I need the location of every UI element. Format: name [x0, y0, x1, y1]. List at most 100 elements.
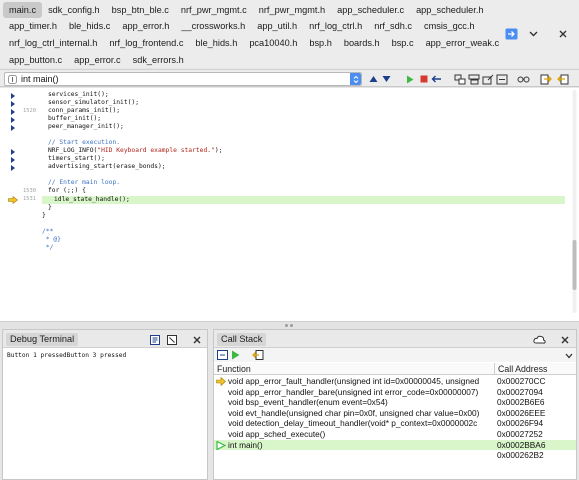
goto-frame-button[interactable]: [252, 350, 264, 362]
step-out-button[interactable]: [481, 73, 494, 85]
tab-list-button[interactable]: [503, 27, 519, 41]
tab-bsp-btn-ble-c[interactable]: bsp_btn_ble.c: [106, 2, 175, 18]
code-line[interactable]: buffer_init();: [42, 115, 565, 123]
tab-app-error-weak-c[interactable]: app_error_weak.c: [420, 35, 506, 51]
function-select-value: int main(): [21, 74, 59, 84]
call-stack-row[interactable]: 0x000262B2: [214, 450, 576, 461]
execution-marker-icon[interactable]: [11, 117, 15, 123]
column-divider[interactable]: [494, 363, 495, 375]
terminal-clear-button[interactable]: [166, 334, 177, 345]
code-line[interactable]: peer_manager_init();: [42, 123, 565, 131]
call-stack-row[interactable]: void bsp_event_handler(enum event=0x54) …: [214, 397, 576, 408]
code-line[interactable]: timers_start();: [42, 155, 565, 163]
call-stack-row[interactable]: void app_error_fault_handler(unsigned in…: [214, 376, 576, 387]
function-select[interactable]: int main(): [4, 72, 362, 86]
step-over-button[interactable]: [467, 73, 480, 85]
tab-ble-hids-h[interactable]: ble_hids.h: [189, 35, 243, 51]
tab-app-scheduler-h[interactable]: app_scheduler.h: [410, 2, 489, 18]
execution-marker-icon[interactable]: [11, 157, 15, 163]
editor-scrollbar[interactable]: [572, 90, 577, 313]
code-line[interactable]: }: [42, 212, 565, 220]
tab-main-c[interactable]: main.c: [3, 2, 43, 18]
code-line[interactable]: * @}: [42, 236, 565, 244]
show-source-icon: [217, 350, 228, 360]
bookmark-button[interactable]: [539, 73, 552, 85]
tab-app-util-h[interactable]: app_util.h: [251, 18, 303, 34]
execution-marker-icon[interactable]: [11, 149, 15, 155]
tab-bsp-c[interactable]: bsp.c: [386, 35, 420, 51]
column-header-function[interactable]: Function: [217, 364, 251, 374]
call-stack-row[interactable]: void app_sched_execute() 0x00027252: [214, 429, 576, 440]
tab-nrf-pwr-mgmt-c[interactable]: nrf_pwr_mgmt.c: [175, 2, 253, 18]
call-stack-options-button[interactable]: [532, 334, 546, 345]
execution-marker-icon[interactable]: [11, 109, 15, 115]
tab-nrf-log-ctrl-internal-h[interactable]: nrf_log_ctrl_internal.h: [3, 35, 103, 51]
tab-app-error-c[interactable]: app_error.c: [68, 52, 126, 68]
code-line[interactable]: /**: [42, 228, 565, 236]
call-stack-row[interactable]: void evt_handle(unsigned char pin=0x0f, …: [214, 408, 576, 419]
arrow-left-icon: [431, 75, 441, 83]
show-call-source-button[interactable]: [217, 350, 228, 362]
column-header-address[interactable]: Call Address: [498, 364, 547, 374]
code-line[interactable]: services_init();: [42, 91, 565, 99]
current-code-line[interactable]: idle_state_handle();: [42, 196, 565, 204]
execution-marker-icon[interactable]: [11, 101, 15, 107]
code-line[interactable]: for (;;) {: [42, 187, 565, 195]
code-comment: * @}: [42, 236, 61, 243]
run-to-cursor-button[interactable]: [495, 73, 508, 85]
tab-overflow-button[interactable]: [525, 27, 541, 41]
call-stack-panel: Call Stack Function Call Address void ap…: [213, 329, 577, 480]
panel-header: Call Stack: [214, 330, 576, 348]
stop-button[interactable]: [417, 73, 430, 85]
terminal-output[interactable]: Button 1 pressedButton 3 pressed: [7, 352, 126, 359]
terminal-close-button[interactable]: [191, 334, 202, 345]
toolbar-expand-button[interactable]: [565, 351, 573, 361]
code-line[interactable]: advertising_start(erase_bonds);: [42, 163, 565, 171]
tab-app-scheduler-c[interactable]: app_scheduler.c: [331, 2, 410, 18]
back-button[interactable]: [430, 73, 443, 85]
tab-boards-h[interactable]: boards.h: [338, 35, 386, 51]
tab-sdk-errors-h[interactable]: sdk_errors.h: [127, 52, 190, 68]
code-line[interactable]: sensor_simulator_init();: [42, 99, 565, 107]
code-line[interactable]: conn_params_init();: [42, 107, 565, 115]
toggle-bookmark-button[interactable]: [556, 73, 569, 85]
tab-nrf-log-ctrl-h[interactable]: nrf_log_ctrl.h: [303, 18, 368, 34]
call-stack-row[interactable]: void app_error_handler_bare(unsigned int…: [214, 387, 576, 398]
execution-marker-icon[interactable]: [11, 93, 15, 99]
tab-sdk-config-h[interactable]: sdk_config.h: [42, 2, 106, 18]
horizontal-splitter[interactable]: [0, 321, 579, 329]
tab-bsp-h[interactable]: bsp.h: [303, 35, 337, 51]
tab-cmsis-gcc-h[interactable]: cmsis_gcc.h: [418, 18, 481, 34]
tab-nrf-log-frontend-c[interactable]: nrf_log_frontend.c: [103, 35, 189, 51]
call-stack-row[interactable]: void detection_delay_timeout_handler(voi…: [214, 418, 576, 429]
code-line[interactable]: }: [42, 204, 565, 212]
watch-button[interactable]: [516, 73, 530, 85]
tab-crossworks-h[interactable]: __crossworks.h: [175, 18, 251, 34]
debug-terminal-tab[interactable]: Debug Terminal: [6, 333, 79, 346]
code-line[interactable]: NRF_LOG_INFO("HID Keyboard example start…: [42, 147, 565, 155]
execution-marker-icon[interactable]: [11, 165, 15, 171]
call-stack-row-current[interactable]: int main() 0x0002BBA6: [214, 439, 576, 451]
code-line[interactable]: */: [42, 244, 565, 252]
call-stack-tab[interactable]: Call Stack: [217, 333, 267, 346]
execution-marker-icon[interactable]: [11, 125, 15, 131]
next-function-button[interactable]: [380, 73, 393, 85]
close-tab-button[interactable]: [555, 27, 571, 41]
step-into-button[interactable]: [453, 73, 466, 85]
tab-nrf-pwr-mgmt-h[interactable]: nrf_pwr_mgmt.h: [253, 2, 331, 18]
code-line[interactable]: // Start execution.: [42, 139, 565, 147]
run-to-frame-button[interactable]: [231, 350, 240, 362]
prev-function-button[interactable]: [367, 73, 380, 85]
tab-app-button-c[interactable]: app_button.c: [3, 52, 68, 68]
terminal-options-button[interactable]: [149, 334, 160, 345]
tab-nrf-sdh-c[interactable]: nrf_sdh.c: [368, 18, 418, 34]
tab-ble-hids-c[interactable]: ble_hids.c: [63, 18, 116, 34]
code-line[interactable]: // Enter main loop.: [42, 179, 565, 187]
tab-app-timer-h[interactable]: app_timer.h: [3, 18, 63, 34]
tab-app-error-h[interactable]: app_error.h: [116, 18, 175, 34]
continue-button[interactable]: [403, 73, 416, 85]
call-stack-function: void bsp_event_handler(enum event=0x54): [228, 397, 388, 408]
tab-pca10040-h[interactable]: pca10040.h: [243, 35, 303, 51]
call-stack-close-button[interactable]: [559, 334, 570, 345]
code-editor[interactable]: 1520 1530 1531 services_init(); sensor_s…: [0, 88, 579, 321]
